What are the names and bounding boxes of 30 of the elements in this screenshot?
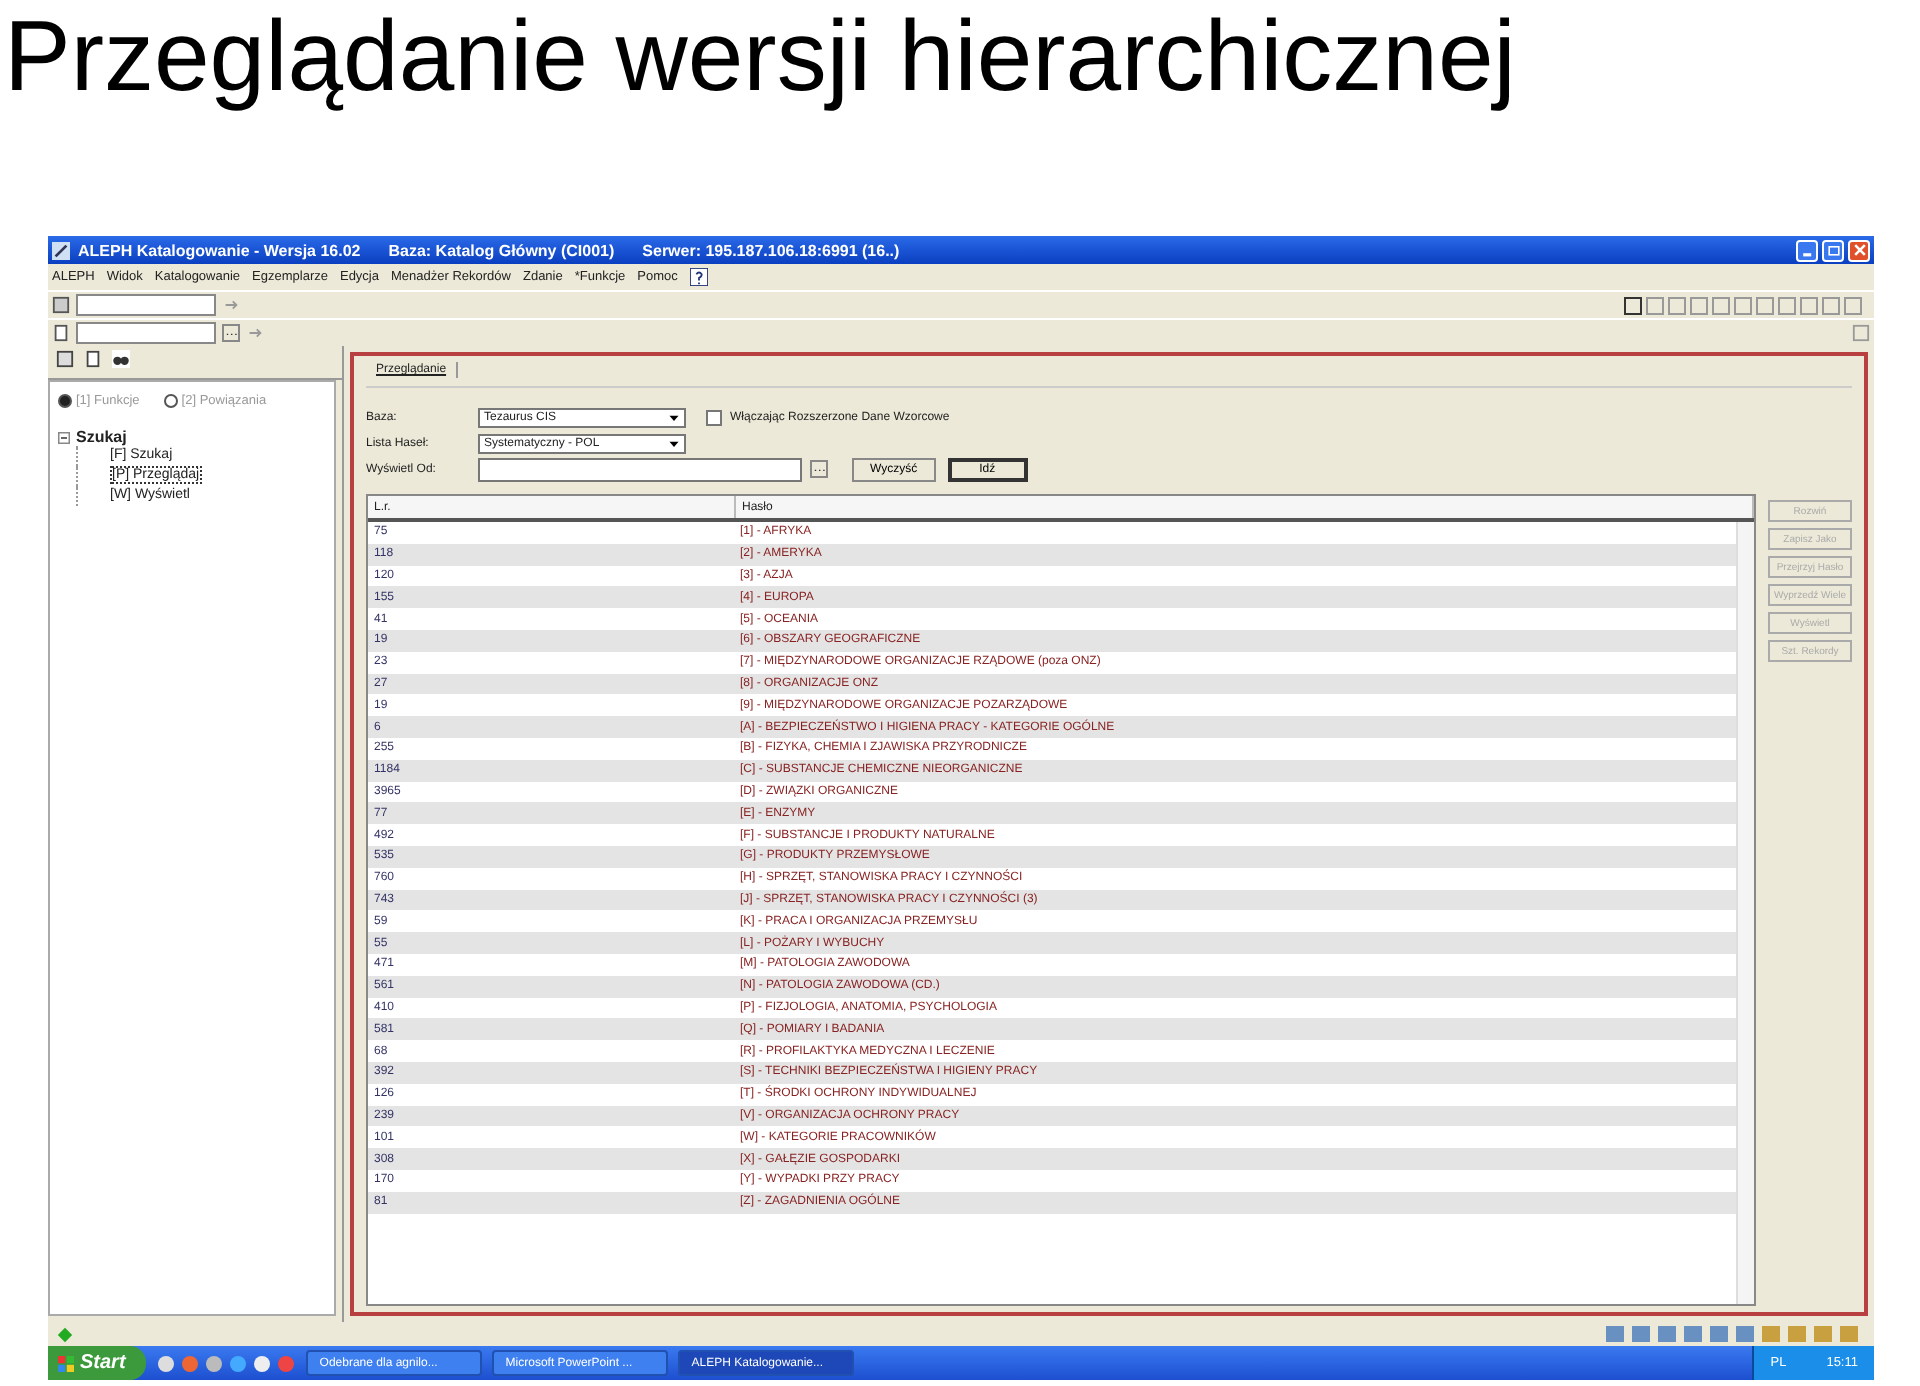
minimize-button[interactable] bbox=[1796, 239, 1818, 261]
slide-title: Przeglądanie wersji hierarchicznej bbox=[4, 0, 1518, 116]
scrollbar[interactable] bbox=[1736, 522, 1754, 1304]
caret-icon bbox=[668, 437, 680, 449]
binoculars-icon[interactable] bbox=[112, 350, 130, 368]
browse-button[interactable] bbox=[222, 324, 240, 342]
browse-button[interactable] bbox=[810, 460, 828, 478]
record-field[interactable] bbox=[76, 322, 216, 344]
start-button[interactable]: Start bbox=[48, 1346, 146, 1380]
restore-icon bbox=[1825, 242, 1841, 258]
quick-launch-icons-drawing bbox=[155, 1353, 296, 1373]
app-icon bbox=[52, 241, 70, 259]
expander-icon[interactable] bbox=[58, 431, 70, 443]
windows-logo-icon bbox=[58, 1355, 74, 1371]
tree-item[interactable]: Szukaj bbox=[76, 428, 127, 446]
command-field[interactable] bbox=[76, 294, 216, 316]
server-label: Serwer: 195.187.106.18:6991 (16..) bbox=[642, 241, 900, 259]
close-icon bbox=[1851, 242, 1867, 258]
caret-icon bbox=[668, 411, 680, 423]
window-title: ALEPH Katalogowanie - Wersja 16.02 bbox=[78, 241, 361, 259]
catalog-icon[interactable] bbox=[52, 296, 70, 314]
record-tab-icon[interactable] bbox=[84, 350, 102, 368]
record-icon[interactable] bbox=[52, 324, 70, 342]
close-button[interactable] bbox=[1848, 239, 1870, 261]
catalog-tab-icon[interactable] bbox=[56, 350, 74, 368]
help-icon[interactable] bbox=[689, 268, 708, 286]
restore-button[interactable] bbox=[1822, 239, 1844, 261]
display-from-field[interactable] bbox=[478, 457, 802, 481]
checkbox[interactable] bbox=[706, 409, 722, 425]
database-label: Baza: Katalog Główny (CI001) bbox=[388, 241, 615, 259]
